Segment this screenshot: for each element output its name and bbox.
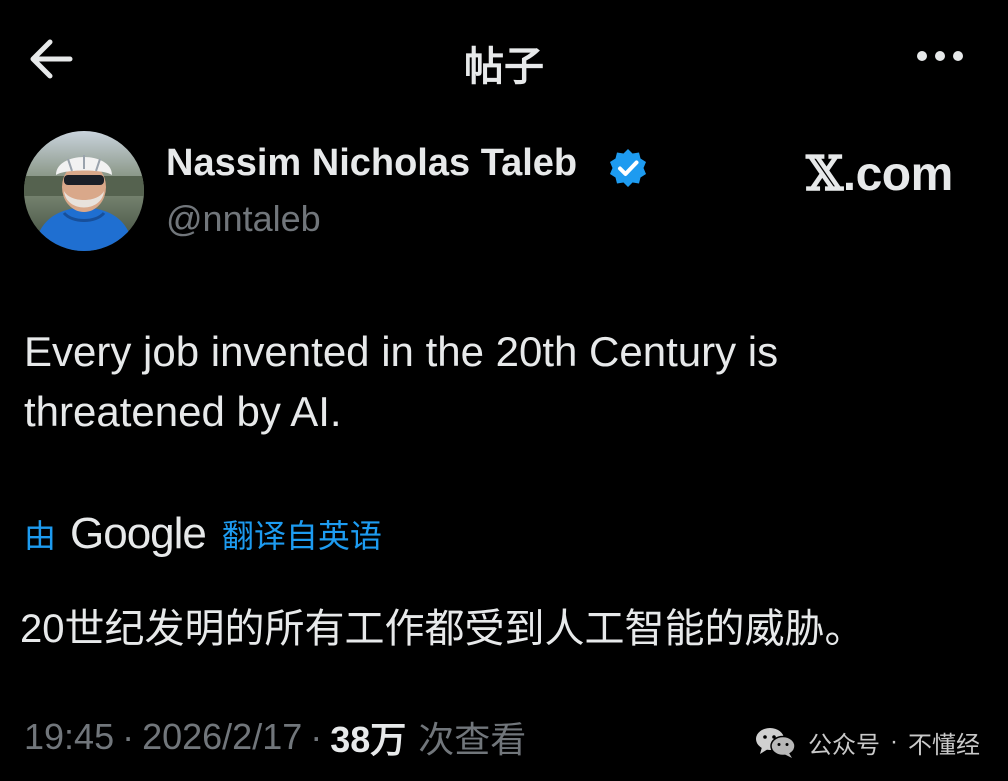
avatar-image [24,131,144,251]
post-time[interactable]: 19:45 [24,716,114,758]
tweet-text: Every job invented in the 20th Century i… [24,328,779,435]
watermark-separator: · [890,728,898,755]
translated-from-link[interactable]: 翻译自英语 [222,511,382,557]
views-count[interactable]: 38万 [330,711,406,763]
views-label[interactable]: 次查看 [418,711,526,763]
x-com-watermark: 𝕏.com [806,146,953,202]
watermark-account-type: 公众号 [808,731,880,759]
google-logo-icon: Google [70,509,207,558]
author-name[interactable]: Nassim Nicholas Taleb [166,142,577,185]
meta-separator: · [122,716,135,757]
brand-domain: .com [842,148,954,201]
x-logo-icon: 𝕏 [806,146,843,202]
verified-badge-icon [606,146,650,190]
meta-separator: · [310,716,323,757]
more-horizontal-icon [917,51,963,61]
author-handle[interactable]: @nntaleb [166,198,321,240]
translated-by-label[interactable]: 由 [24,511,56,557]
wechat-icon [756,728,796,758]
avatar[interactable] [24,131,144,251]
tweet-meta: 19:45 · 2026/2/17 · 38万 次查看 [24,712,526,762]
page-title: 帖子 [464,45,544,89]
wechat-watermark: 公众号 · 不懂经 [754,724,980,760]
translated-text: 20世纪发明的所有工作都受到人工智能的威胁。 [20,607,865,651]
watermark-account-name: 不懂经 [908,731,980,759]
post-date[interactable]: 2026/2/17 [142,716,302,758]
translation-attribution: 由 Google 翻译自英语 [24,506,382,562]
more-options-button[interactable] [916,44,964,68]
